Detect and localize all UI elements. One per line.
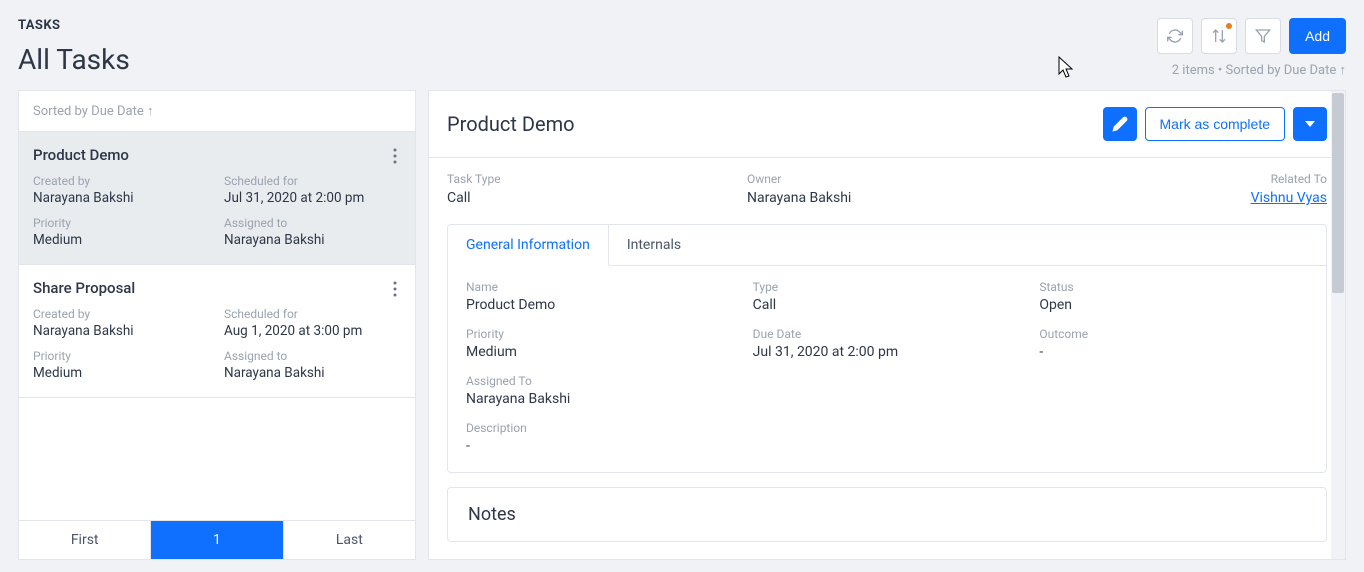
tab-general-information[interactable]: General Information	[448, 225, 609, 266]
refresh-icon	[1167, 28, 1183, 44]
field-value: Open	[1039, 297, 1308, 313]
page-first-button[interactable]: First	[19, 521, 151, 559]
page-last-button[interactable]: Last	[284, 521, 415, 559]
add-button[interactable]: Add	[1289, 18, 1346, 54]
sort-indicator[interactable]: Sorted by Due Date ↑	[19, 91, 415, 132]
notes-section: Notes	[447, 487, 1327, 542]
field-label: Assigned To	[466, 374, 1308, 388]
field-value: Narayana Bakshi	[466, 391, 1308, 407]
summary-value: Narayana Bakshi	[747, 190, 1027, 206]
field-label: Created by	[33, 307, 210, 321]
field-label: Scheduled for	[224, 307, 401, 321]
list-stats: 2 items • Sorted by Due Date ↑	[1172, 62, 1346, 78]
chevron-down-icon	[1304, 119, 1316, 129]
field-value: Jul 31, 2020 at 2:00 pm	[224, 190, 401, 206]
field-value: Medium	[466, 344, 735, 360]
summary-value: Call	[447, 190, 727, 206]
field-label: Priority	[466, 327, 735, 341]
summary-label: Related To	[1047, 172, 1327, 186]
pencil-icon	[1112, 116, 1128, 132]
field-label: Status	[1039, 280, 1308, 294]
field-value: -	[466, 438, 1308, 454]
field-label: Scheduled for	[224, 174, 401, 188]
edit-button[interactable]	[1103, 107, 1137, 141]
field-label: Created by	[33, 174, 210, 188]
summary-label: Owner	[747, 172, 1027, 186]
related-to-link[interactable]: Vishnu Vyas	[1251, 190, 1327, 206]
tab-internals[interactable]: Internals	[609, 225, 1326, 266]
field-label: Priority	[33, 349, 210, 363]
more-menu-button[interactable]	[385, 279, 405, 299]
field-value: Narayana Bakshi	[224, 365, 401, 381]
detail-title: Product Demo	[447, 112, 575, 136]
scrollbar-thumb[interactable]	[1332, 93, 1344, 293]
mark-complete-button[interactable]: Mark as complete	[1145, 107, 1285, 141]
actions-dropdown-button[interactable]	[1293, 107, 1327, 141]
kebab-icon	[393, 281, 397, 297]
more-menu-button[interactable]	[385, 146, 405, 166]
field-value: Narayana Bakshi	[33, 190, 210, 206]
field-label: Priority	[33, 216, 210, 230]
task-title: Product Demo	[33, 146, 401, 164]
task-title: Share Proposal	[33, 279, 401, 297]
notes-title: Notes	[468, 504, 1306, 525]
filter-button[interactable]	[1245, 18, 1281, 54]
field-label: Outcome	[1039, 327, 1308, 341]
indicator-dot-icon	[1226, 23, 1232, 29]
field-value: Call	[753, 297, 1022, 313]
field-value: Medium	[33, 232, 210, 248]
field-label: Due Date	[753, 327, 1022, 341]
refresh-button[interactable]	[1157, 18, 1193, 54]
pagination: First 1 Last	[19, 520, 415, 559]
summary-label: Task Type	[447, 172, 727, 186]
breadcrumb[interactable]: TASKS	[18, 18, 130, 33]
sort-button[interactable]	[1201, 18, 1237, 54]
task-detail-pane: Product Demo Mark as complete Task Type …	[428, 90, 1346, 560]
kebab-icon	[393, 148, 397, 164]
field-label: Description	[466, 421, 1308, 435]
task-card[interactable]: Share Proposal Created by Narayana Baksh…	[19, 265, 415, 398]
field-label: Assigned to	[224, 216, 401, 230]
page-title: All Tasks	[18, 43, 130, 76]
field-value: Aug 1, 2020 at 3:00 pm	[224, 323, 401, 339]
field-value: -	[1039, 344, 1308, 360]
filter-icon	[1255, 28, 1271, 44]
page-number-button[interactable]: 1	[151, 521, 283, 559]
task-card[interactable]: Product Demo Created by Narayana Bakshi …	[19, 132, 415, 265]
field-value: Medium	[33, 365, 210, 381]
field-label: Name	[466, 280, 735, 294]
field-value: Jul 31, 2020 at 2:00 pm	[753, 344, 1022, 360]
scrollbar-track[interactable]	[1331, 91, 1345, 559]
field-value: Product Demo	[466, 297, 735, 313]
field-value: Narayana Bakshi	[33, 323, 210, 339]
sort-icon	[1211, 28, 1227, 44]
task-list-pane: Sorted by Due Date ↑ Product Demo Create…	[18, 90, 416, 560]
field-label: Assigned to	[224, 349, 401, 363]
field-label: Type	[753, 280, 1022, 294]
field-value: Narayana Bakshi	[224, 232, 401, 248]
